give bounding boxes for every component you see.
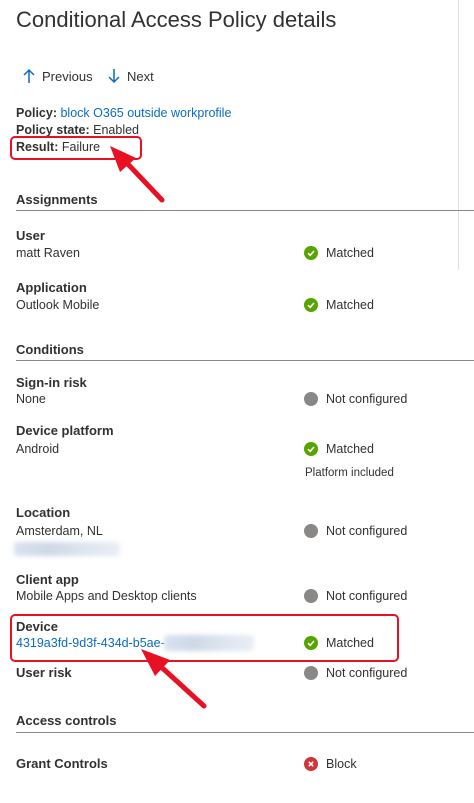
annotation-arrows	[110, 146, 207, 709]
arrow-to-result	[110, 146, 165, 203]
arrow-to-device	[141, 649, 207, 709]
